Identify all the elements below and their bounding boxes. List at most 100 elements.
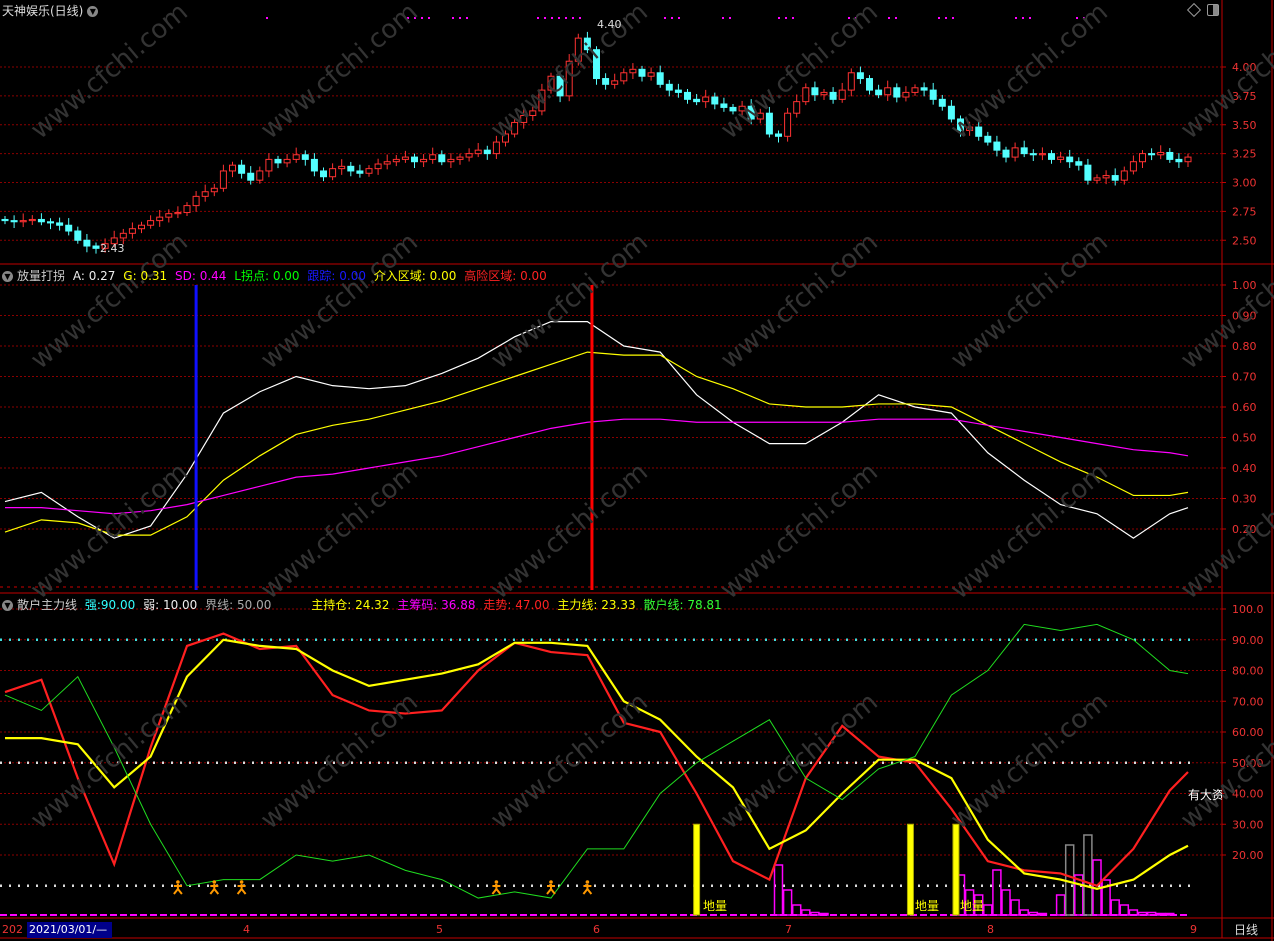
l-value: L拐点: 0.00	[234, 269, 300, 283]
signal-label: 地量	[960, 899, 985, 913]
period-button[interactable]: 日线	[1234, 921, 1258, 938]
signal-bar	[693, 823, 701, 916]
risk-value: 高险区域: 0.00	[464, 269, 547, 283]
candle-down	[656, 72, 664, 85]
candle-down	[920, 87, 928, 91]
candle-down	[1166, 151, 1174, 160]
candle-up	[802, 87, 810, 103]
candle-up	[847, 72, 855, 91]
candle-up	[1038, 153, 1046, 156]
month-label: 9	[1190, 923, 1197, 936]
price-tick-label: 2.50	[1232, 234, 1257, 247]
month-label: 7	[785, 923, 792, 936]
signal-dot	[792, 17, 794, 19]
runner-icon	[494, 880, 499, 884]
candle-down	[438, 154, 446, 163]
candle-up	[1057, 156, 1065, 160]
bound-value: 界线: 50.00	[205, 598, 272, 612]
main-line-value: 主力线: 23.33	[557, 598, 636, 612]
candle-down	[1075, 161, 1083, 166]
candle-down	[1111, 175, 1119, 181]
chevron-down-icon[interactable]: ▼	[2, 600, 13, 611]
signal-dot	[579, 17, 581, 19]
candle-down	[602, 78, 610, 85]
signal-dot	[466, 17, 468, 19]
indicator-tick-label: 0.40	[1232, 462, 1257, 475]
signal-dot	[1022, 17, 1024, 19]
indicator-name[interactable]: 散户主力线	[17, 598, 77, 612]
candle-up	[201, 191, 209, 197]
runner-icon	[585, 880, 590, 884]
candle-up	[793, 101, 801, 114]
candle-down	[1148, 153, 1156, 156]
candle-up	[647, 72, 655, 77]
candle-up	[156, 216, 164, 222]
strong-value: 强:90.00	[84, 598, 136, 612]
signal-dot	[785, 17, 787, 19]
candle-up	[219, 170, 227, 189]
chevron-down-icon[interactable]: ▼	[2, 271, 13, 282]
year-stub: 202	[2, 923, 23, 936]
panel-toggle-icon[interactable]	[1207, 4, 1219, 16]
candle-up	[1129, 161, 1137, 172]
candle-up	[183, 205, 191, 214]
candle-up	[119, 232, 127, 239]
chart-canvas[interactable]: 4.003.753.503.253.002.752.501.000.900.80…	[0, 0, 1274, 941]
candle-up	[492, 141, 500, 155]
candle-down	[674, 89, 682, 93]
signal-bar	[906, 823, 914, 916]
signal-label: 地量	[915, 899, 940, 913]
candle-up	[1102, 175, 1110, 179]
indicator-name[interactable]: 放量打拐	[17, 269, 65, 283]
candle-down	[347, 165, 355, 172]
indicator-tick-label: 20.00	[1232, 849, 1264, 862]
candle-up	[19, 220, 27, 223]
candle-up	[401, 156, 409, 160]
candle-up	[465, 153, 473, 158]
candle-down	[1029, 153, 1037, 156]
price-tick-label: 3.25	[1232, 148, 1257, 161]
candle-down	[875, 89, 883, 96]
chevron-down-icon[interactable]: ▼	[87, 6, 99, 17]
signal-dot	[729, 17, 731, 19]
signal-dot	[537, 17, 539, 19]
candle-up	[784, 112, 792, 137]
volume-bar	[1165, 912, 1175, 916]
trend-value: 走势: 47.00	[483, 598, 550, 612]
candle-down	[984, 135, 992, 143]
candle-down	[320, 170, 327, 178]
candle-up	[474, 149, 482, 155]
panel2-header: ▼ 放量打拐 A: 0.27 G: 0.31 SD: 0.44 L拐点: 0.00…	[2, 267, 551, 284]
signal-dot	[945, 17, 947, 19]
price-tick-label: 3.00	[1232, 177, 1257, 190]
candle-up	[383, 161, 391, 165]
candle-down	[37, 218, 45, 223]
candle-up	[1120, 170, 1128, 181]
indicator-tick-label: 0.80	[1232, 340, 1257, 353]
candle-up	[420, 158, 428, 163]
indicator-tick-label: 0.30	[1232, 493, 1257, 506]
low-price-label: 2.43	[100, 242, 125, 255]
candle-down	[310, 158, 318, 172]
signal-dot	[551, 17, 553, 19]
signal-dot	[1015, 17, 1017, 19]
chip-value: 主筹码: 36.88	[397, 598, 476, 612]
volume-bar	[819, 912, 829, 916]
sd-value: SD: 0.44	[174, 269, 227, 283]
signal-dot	[452, 17, 454, 19]
signal-bar	[952, 823, 960, 916]
indicator-tick-label: 0.60	[1232, 401, 1257, 414]
runner-icon	[212, 880, 217, 884]
indicator-tick-label: 0.50	[1232, 432, 1257, 445]
candle-up	[902, 91, 910, 98]
candle-up	[147, 220, 155, 226]
signal-dot	[778, 17, 780, 19]
candle-down	[693, 98, 701, 103]
month-label: 5	[436, 923, 443, 936]
candle-down	[274, 158, 282, 164]
indicator-tick-label: 100.0	[1232, 603, 1264, 616]
candle-down	[1048, 153, 1055, 160]
candle-up	[1093, 177, 1101, 181]
indicator-tick-label: 90.00	[1232, 634, 1264, 647]
candle-up	[1011, 147, 1019, 158]
